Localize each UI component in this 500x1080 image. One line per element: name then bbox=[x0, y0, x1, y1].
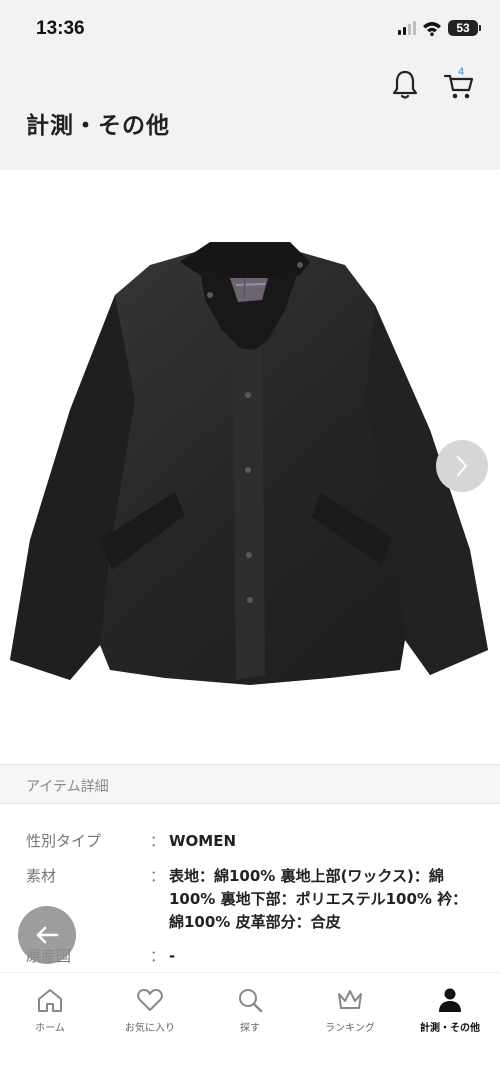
jacket-image bbox=[10, 242, 488, 685]
app-header: 4 計測・その他 bbox=[0, 62, 500, 170]
tab-label: 計測・その他 bbox=[420, 1023, 480, 1034]
next-image-button[interactable] bbox=[436, 440, 488, 492]
home-icon bbox=[38, 989, 62, 1012]
arrow-left-icon bbox=[36, 926, 59, 944]
status-time: 13:36 bbox=[36, 18, 85, 39]
spec-colon: ： bbox=[150, 832, 166, 850]
battery-icon: 53 bbox=[448, 20, 481, 36]
tab-bar: ホーム お気に入り 探す ランキング 計測・その他 bbox=[0, 972, 500, 1080]
tab-home[interactable]: ホーム bbox=[0, 987, 100, 1034]
back-button[interactable] bbox=[18, 906, 76, 964]
bell-icon[interactable] bbox=[390, 68, 420, 102]
spec-value: - bbox=[169, 947, 176, 965]
chevron-right-icon bbox=[457, 456, 467, 476]
heart-icon bbox=[137, 989, 163, 1011]
signal-icon bbox=[398, 21, 416, 35]
cart-count-badge: 4 bbox=[458, 66, 465, 78]
tab-ranking[interactable]: ランキング bbox=[300, 987, 400, 1034]
tab-label: ホーム bbox=[35, 1023, 65, 1034]
person-icon bbox=[439, 988, 461, 1012]
spec-label: 性別タイプ bbox=[26, 832, 102, 850]
product-image bbox=[0, 170, 500, 760]
item-details-header: アイテム詳細 bbox=[0, 764, 500, 804]
wifi-icon bbox=[423, 21, 441, 36]
spec-value: WOMEN bbox=[169, 832, 237, 850]
spec-colon: ： bbox=[150, 867, 166, 885]
spec-value: 表地：綿100% 裏地上部(ワックス)：綿100% 裏地下部：ポリエステル100… bbox=[169, 867, 468, 931]
spec-colon: ： bbox=[150, 947, 166, 965]
tab-favorites[interactable]: お気に入り bbox=[100, 987, 200, 1034]
tab-label: ランキング bbox=[325, 1023, 375, 1034]
status-bar: 13:36 53 bbox=[0, 0, 500, 62]
status-indicators: 53 bbox=[398, 20, 481, 36]
tab-search[interactable]: 探す bbox=[200, 987, 300, 1034]
page-title: 計測・その他 bbox=[26, 113, 170, 139]
search-icon bbox=[239, 989, 263, 1013]
crown-icon bbox=[338, 990, 362, 1009]
tab-account-other[interactable]: 計測・その他 bbox=[400, 987, 500, 1034]
tab-label: 探す bbox=[240, 1023, 260, 1034]
spec-label: 素材 bbox=[26, 867, 57, 885]
section-title: アイテム詳細 bbox=[26, 779, 109, 795]
tab-label: お気に入り bbox=[125, 1023, 175, 1034]
